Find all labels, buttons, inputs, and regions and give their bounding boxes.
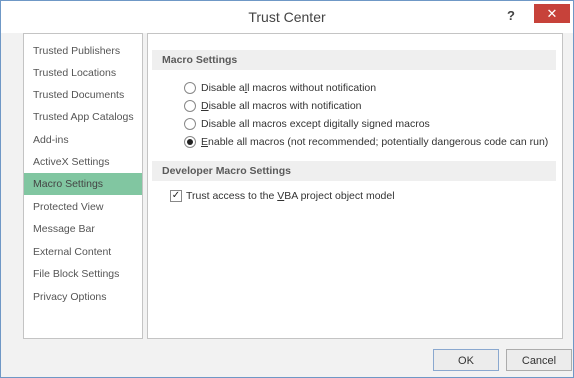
help-button[interactable]: ?	[503, 8, 519, 24]
dialog-body: Trusted Publishers Trusted Locations Tru…	[1, 33, 573, 377]
radio-label: Disable all macros except digitally sign…	[201, 118, 430, 130]
sidebar-nav: Trusted Publishers Trusted Locations Tru…	[23, 33, 143, 339]
trust-center-dialog: Trust Center ? ✕ Trusted Publishers Trus…	[0, 0, 574, 378]
sidebar-item-activex-settings[interactable]: ActiveX Settings	[24, 151, 142, 173]
dialog-title: Trust Center	[248, 9, 326, 25]
sidebar-item-trusted-locations[interactable]: Trusted Locations	[24, 62, 142, 84]
title-bar: Trust Center ? ✕	[1, 1, 573, 33]
sidebar-item-message-bar[interactable]: Message Bar	[24, 218, 142, 240]
checkbox[interactable]: ✓	[170, 190, 182, 202]
macro-settings-header: Macro Settings	[152, 50, 556, 70]
radio-label: Enable all macros (not recommended; pote…	[201, 136, 549, 148]
sidebar-item-trusted-app-catalogs[interactable]: Trusted App Catalogs	[24, 106, 142, 128]
radio-button[interactable]	[184, 100, 196, 112]
sidebar-item-macro-settings[interactable]: Macro Settings	[24, 173, 142, 195]
sidebar-item-privacy-options[interactable]: Privacy Options	[24, 286, 142, 308]
radio-button[interactable]	[184, 118, 196, 130]
close-icon: ✕	[546, 6, 558, 21]
settings-panel: Macro Settings Disable all macros withou…	[147, 33, 563, 339]
radio-label: Disable all macros without notification	[201, 82, 377, 94]
cancel-button[interactable]: Cancel	[506, 349, 572, 371]
radio-button[interactable]	[184, 82, 196, 94]
checkbox-label: Trust access to the VBA project object m…	[186, 190, 395, 202]
sidebar-item-external-content[interactable]: External Content	[24, 241, 142, 263]
sidebar-item-trusted-documents[interactable]: Trusted Documents	[24, 84, 142, 106]
sidebar-item-add-ins[interactable]: Add-ins	[24, 129, 142, 151]
sidebar-item-trusted-publishers[interactable]: Trusted Publishers	[24, 40, 142, 62]
close-button[interactable]: ✕	[534, 4, 570, 23]
developer-macro-settings-header: Developer Macro Settings	[152, 161, 556, 181]
sidebar-item-protected-view[interactable]: Protected View	[24, 196, 142, 218]
ok-button[interactable]: OK	[433, 349, 499, 371]
radio-button-selected[interactable]	[184, 136, 196, 148]
sidebar-item-file-block-settings[interactable]: File Block Settings	[24, 263, 142, 285]
radio-label: Disable all macros with notification	[201, 100, 362, 112]
